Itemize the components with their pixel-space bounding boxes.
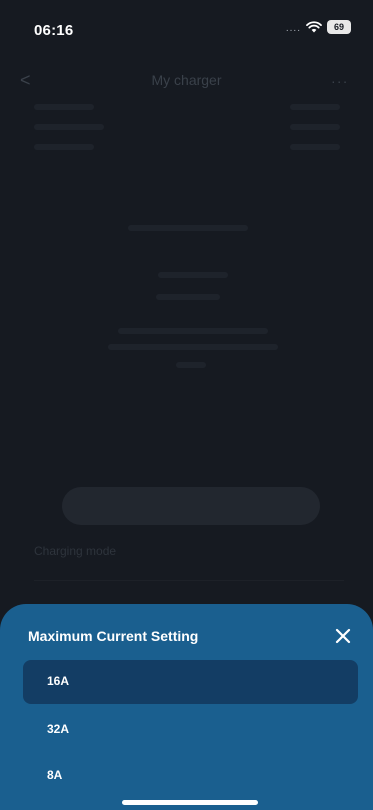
background-line [34, 104, 94, 110]
background-line [108, 344, 278, 350]
wifi-icon [306, 21, 322, 33]
background-line [118, 328, 268, 334]
status-time: 06:16 [34, 22, 74, 39]
background-line [290, 104, 340, 110]
page-title: My charger [151, 72, 222, 88]
option-label: 32A [47, 722, 70, 736]
divider [34, 580, 344, 581]
charging-mode-label: Charging mode [34, 544, 117, 558]
background-line [290, 124, 340, 130]
close-icon[interactable] [331, 624, 355, 648]
option-32a[interactable]: 32A [23, 708, 358, 752]
background-line [176, 362, 206, 368]
background-line [34, 144, 94, 150]
more-icon[interactable]: ... [331, 70, 349, 86]
battery-icon: 69 [327, 20, 351, 34]
signal-icon: .... [285, 22, 301, 34]
option-16a[interactable]: 16A [23, 660, 358, 704]
option-8a[interactable]: 8A [23, 754, 358, 798]
status-bar: 06:16 .... 69 [0, 0, 373, 60]
background-line [290, 144, 340, 150]
nav-bar: < My charger ... [0, 66, 373, 96]
background-action-button [62, 487, 320, 525]
home-indicator[interactable] [122, 800, 258, 805]
background-line [34, 124, 104, 130]
sheet-title: Maximum Current Setting [28, 628, 199, 644]
background-line [158, 272, 228, 278]
current-setting-sheet: Maximum Current Setting 16A 32A 8A [0, 604, 373, 810]
option-label: 8A [47, 768, 63, 782]
option-label: 16A [47, 674, 70, 688]
background-line [156, 294, 220, 300]
background-line [128, 225, 248, 231]
status-indicators: .... 69 [286, 20, 351, 34]
